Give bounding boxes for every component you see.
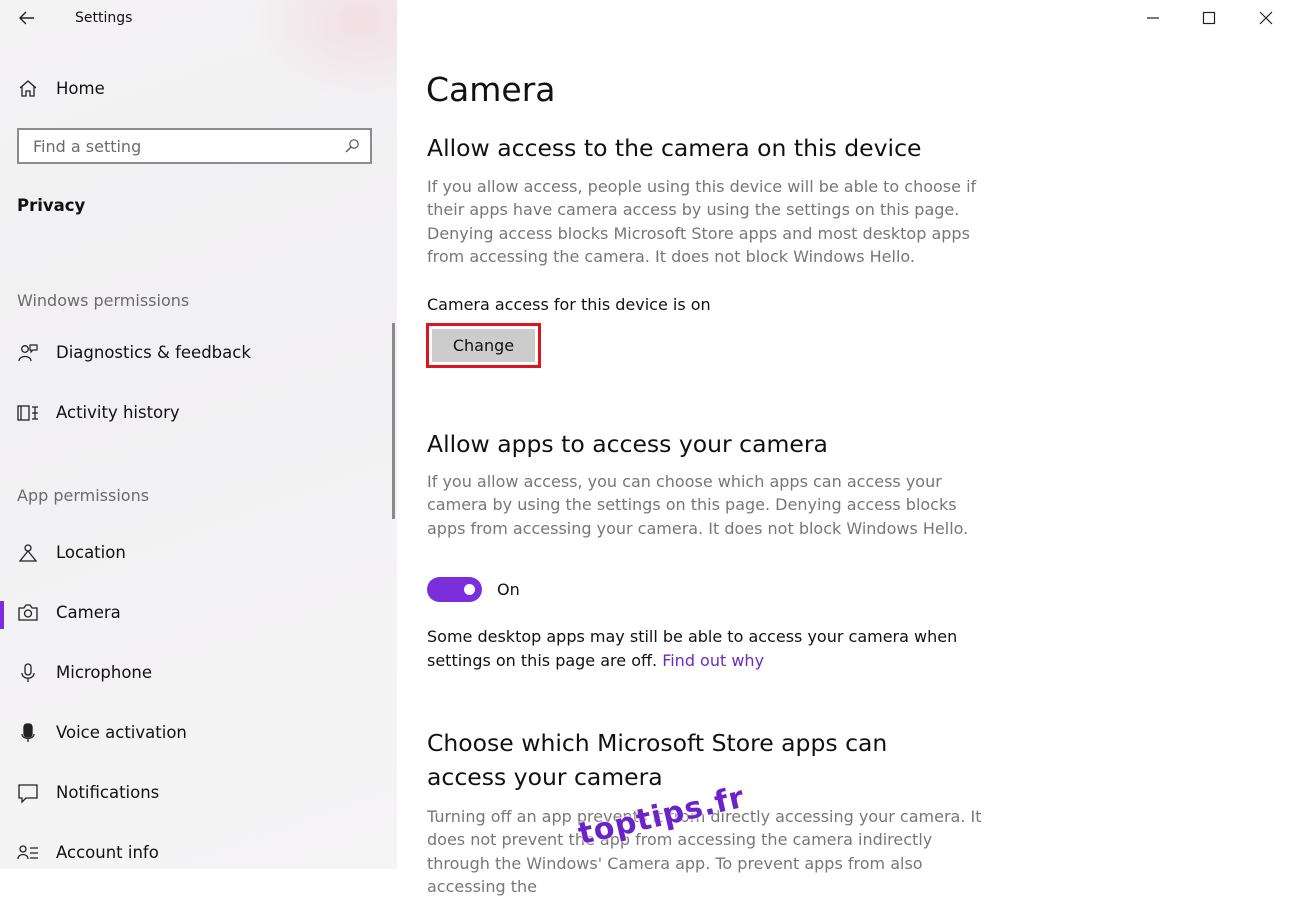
camera-icon	[17, 602, 39, 624]
sidebar-item-label: Microphone	[56, 663, 153, 682]
apps-access-toggle[interactable]	[427, 577, 482, 602]
sidebar-item-voice-activation[interactable]: Voice activation	[17, 722, 347, 748]
apps-access-heading: Allow apps to access your camera	[427, 430, 828, 458]
device-access-status: Camera access for this device is on	[427, 295, 711, 314]
sidebar-item-account-info[interactable]: Account info	[17, 842, 347, 868]
sidebar-item-label: Voice activation	[56, 723, 187, 742]
current-section-title: Privacy	[17, 196, 86, 215]
toggle-knob	[464, 584, 475, 595]
sidebar-item-microphone[interactable]: Microphone	[17, 662, 347, 688]
page-title: Camera	[426, 70, 556, 109]
search-icon[interactable]	[344, 138, 360, 154]
account-info-icon	[17, 842, 39, 864]
voice-activation-icon	[17, 722, 39, 744]
toggle-state-label: On	[497, 580, 520, 599]
sidebar-item-location[interactable]: Location	[17, 542, 347, 568]
desktop-apps-note: Some desktop apps may still be able to a…	[427, 625, 987, 673]
windows-permissions-heading: Windows permissions	[17, 291, 190, 310]
sidebar-item-label: Notifications	[56, 783, 160, 802]
nav-home[interactable]: Home	[17, 78, 317, 102]
home-icon	[17, 78, 39, 100]
sidebar-item-camera[interactable]: Camera	[0, 601, 347, 629]
device-access-heading: Allow access to the camera on this devic…	[427, 134, 922, 162]
apps-access-description: If you allow access, you can choose whic…	[427, 472, 969, 538]
change-button[interactable]: Change	[432, 329, 535, 362]
sidebar-item-label: Location	[56, 543, 126, 562]
sidebar-item-label: Camera	[56, 603, 121, 622]
sidebar-item-label: Activity history	[56, 403, 180, 422]
change-button-highlight: Change	[426, 323, 541, 368]
app-title: Settings	[75, 10, 133, 26]
diagnostics-icon	[17, 342, 39, 364]
device-access-description: If you allow access, people using this d…	[427, 177, 977, 267]
sidebar-item-diagnostics[interactable]: Diagnostics & feedback	[17, 342, 347, 368]
activity-history-icon	[17, 402, 39, 424]
nav-home-label: Home	[56, 79, 105, 98]
sidebar: Settings Home Privacy Windows permission…	[0, 0, 397, 869]
search-input[interactable]	[19, 130, 339, 162]
back-button[interactable]	[16, 7, 38, 29]
sidebar-item-activity-history[interactable]: Activity history	[17, 402, 347, 428]
sidebar-item-label: Account info	[56, 843, 159, 862]
sidebar-item-label: Diagnostics & feedback	[56, 343, 251, 362]
app-permissions-heading: App permissions	[17, 486, 150, 505]
find-out-why-link[interactable]: Find out why	[662, 651, 764, 670]
microphone-icon	[17, 662, 39, 684]
main-content: Camera Allow access to the camera on thi…	[397, 0, 1291, 896]
sidebar-item-notifications[interactable]: Notifications	[17, 782, 347, 808]
location-icon	[17, 542, 39, 564]
search-box[interactable]	[17, 128, 372, 164]
notifications-icon	[17, 782, 39, 804]
store-apps-heading: Choose which Microsoft Store apps can ac…	[427, 729, 888, 791]
back-arrow-icon	[19, 11, 34, 25]
sidebar-scrollbar[interactable]	[392, 323, 395, 519]
